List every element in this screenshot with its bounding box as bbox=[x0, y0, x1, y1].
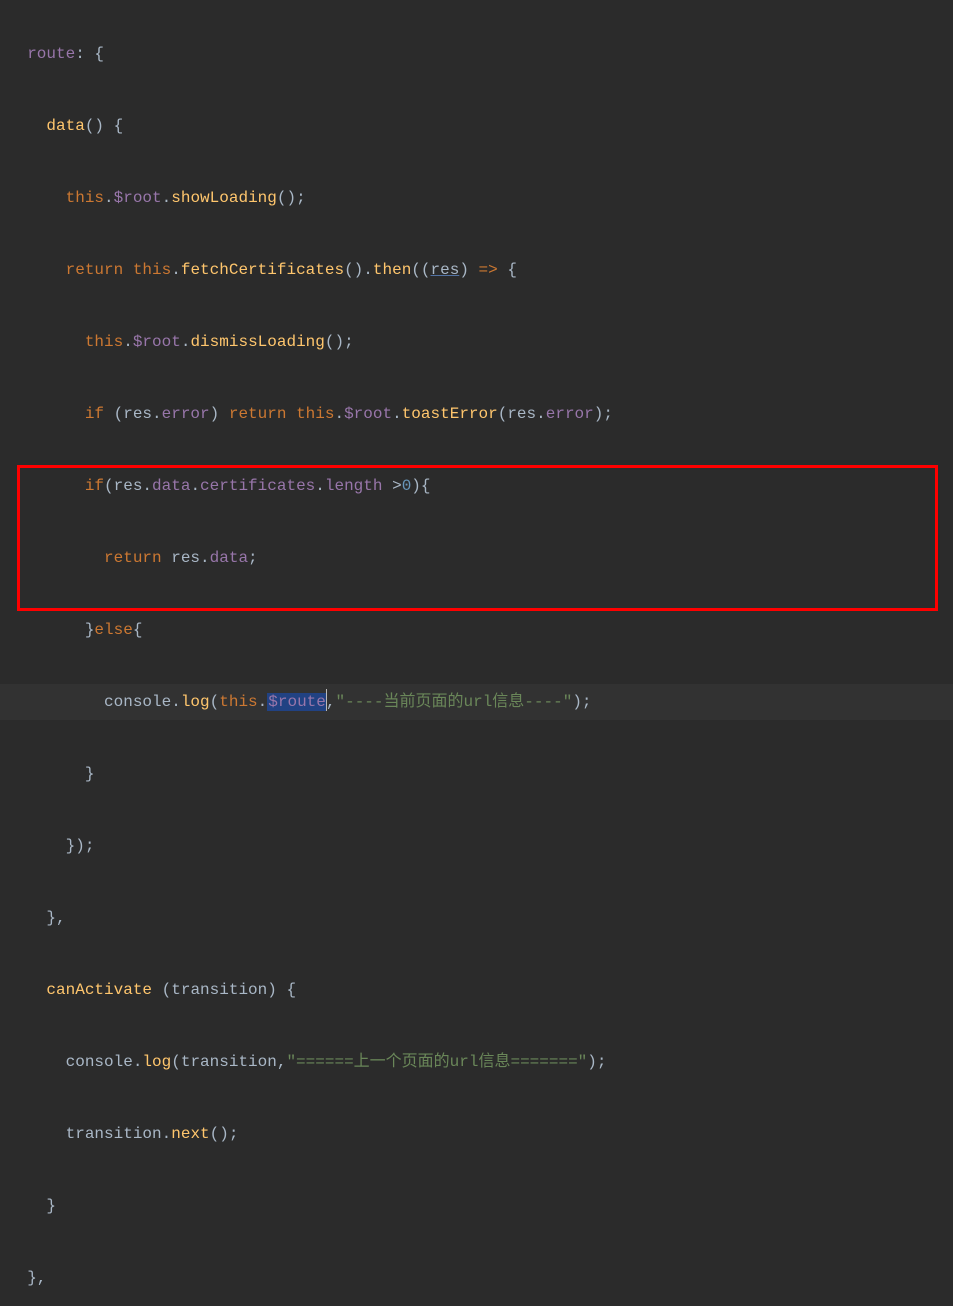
code-line[interactable]: }, bbox=[0, 900, 953, 936]
code-line[interactable]: transition.next(); bbox=[0, 1116, 953, 1152]
code-line[interactable]: canActivate (transition) { bbox=[0, 972, 953, 1008]
code-line[interactable]: } bbox=[0, 1188, 953, 1224]
code-line[interactable]: data() { bbox=[0, 108, 953, 144]
punct: : { bbox=[75, 45, 104, 63]
method: data bbox=[46, 117, 84, 135]
keyword: this bbox=[66, 189, 104, 207]
param: res bbox=[431, 261, 460, 279]
punct: () { bbox=[85, 117, 123, 135]
code-editor[interactable]: route: { data() { this.$root.showLoading… bbox=[0, 0, 953, 1306]
code-line[interactable]: }, bbox=[0, 1260, 953, 1296]
property: route bbox=[27, 45, 75, 63]
code-line[interactable]: this.$root.dismissLoading(); bbox=[0, 324, 953, 360]
code-line[interactable]: }); bbox=[0, 828, 953, 864]
code-line[interactable]: this.$root.showLoading(); bbox=[0, 180, 953, 216]
code-line[interactable]: if(res.data.certificates.length >0){ bbox=[0, 468, 953, 504]
code-line[interactable]: return res.data; bbox=[0, 540, 953, 576]
code-line[interactable]: return this.fetchCertificates().then((re… bbox=[0, 252, 953, 288]
selection: $route bbox=[267, 693, 327, 711]
text-cursor bbox=[326, 689, 327, 711]
code-line[interactable]: }else{ bbox=[0, 612, 953, 648]
code-line-active[interactable]: console.log(this.$route,"----当前页面的url信息-… bbox=[0, 684, 953, 720]
code-line[interactable]: route: { bbox=[0, 36, 953, 72]
code-line[interactable]: console.log(transition,"======上一个页面的url信… bbox=[0, 1044, 953, 1080]
code-line[interactable]: if (res.error) return this.$root.toastEr… bbox=[0, 396, 953, 432]
code-line[interactable]: } bbox=[0, 756, 953, 792]
